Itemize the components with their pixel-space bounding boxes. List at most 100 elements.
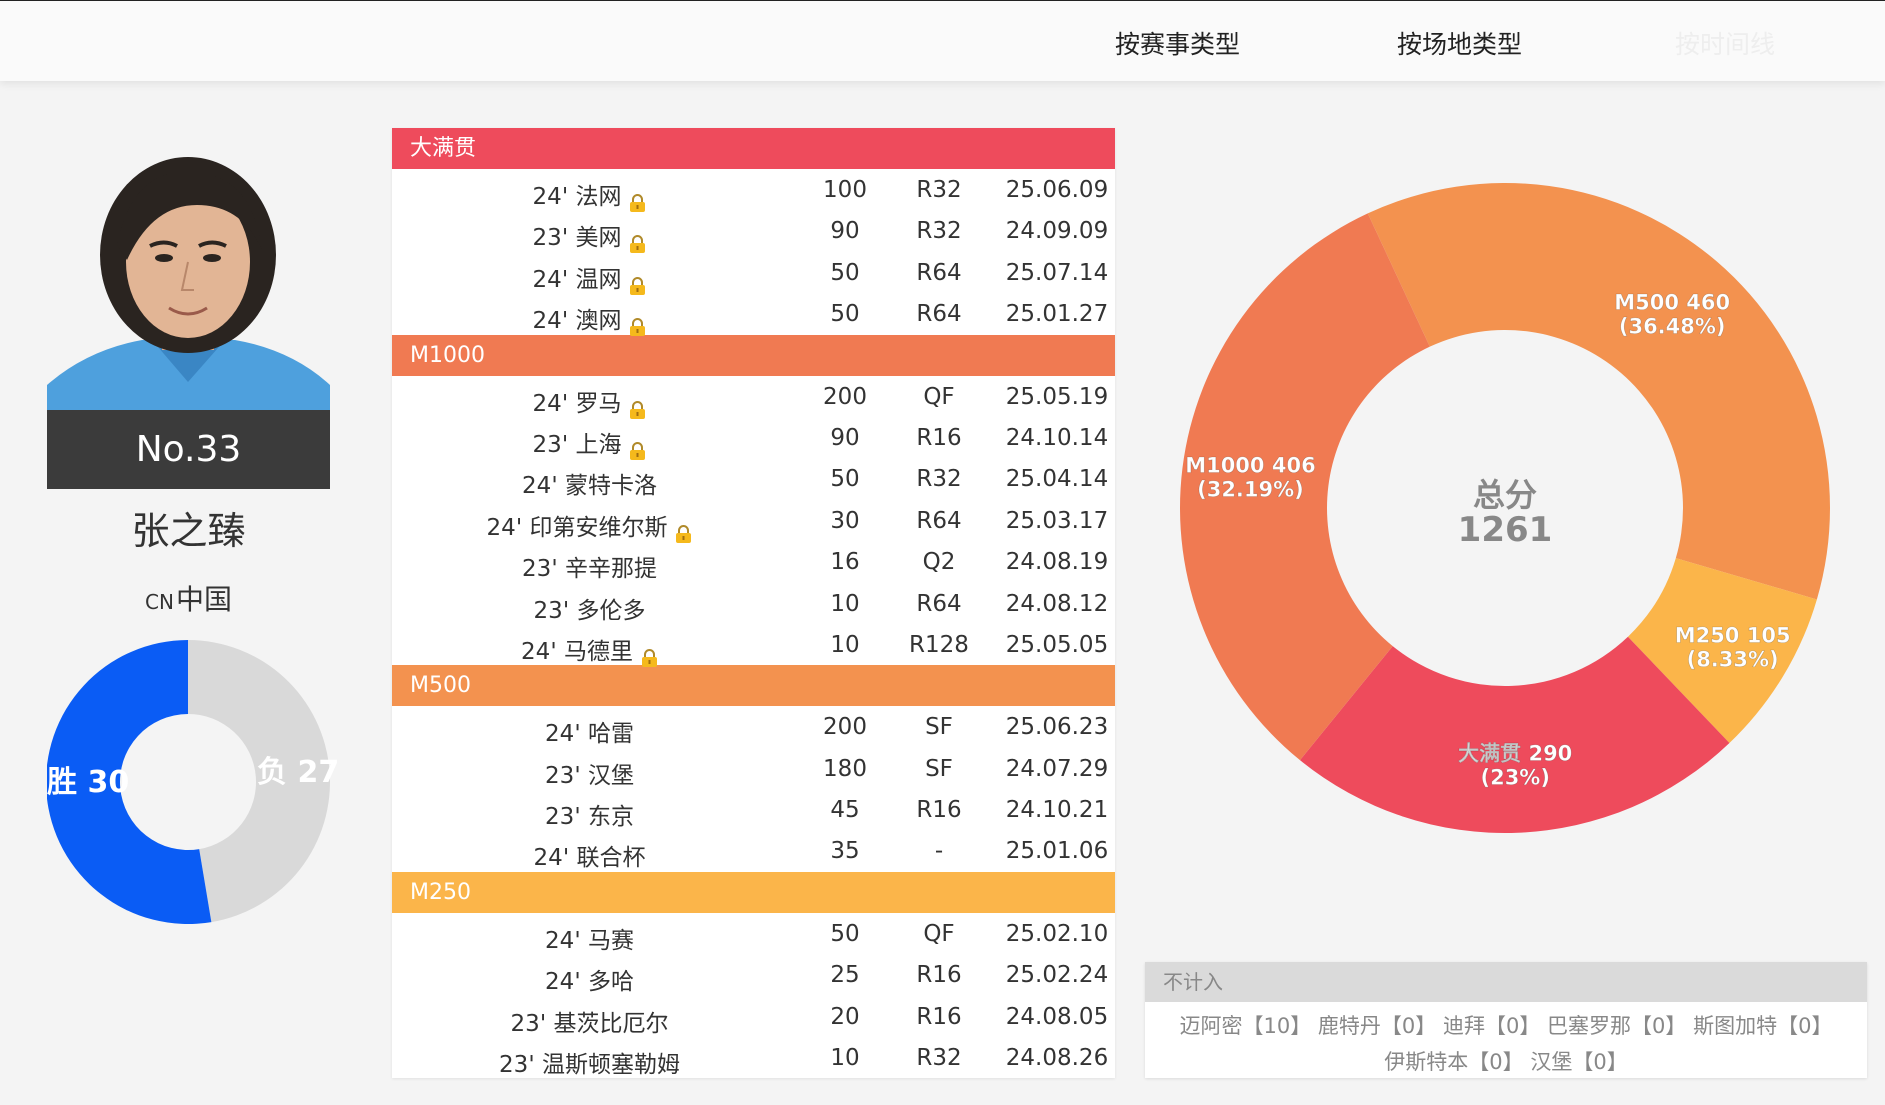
event-points: 45	[830, 797, 860, 824]
event-points: 90	[830, 218, 860, 245]
lock-icon	[675, 523, 692, 543]
event-name: 24' 多哈	[392, 962, 787, 996]
event-date: 25.02.24	[1005, 962, 1109, 989]
event-points: 10	[830, 590, 860, 617]
event-round: QF	[923, 383, 955, 410]
table-row[interactable]: 24' 联合杯 35 - 25.01.06	[392, 830, 1115, 871]
event-date: 25.03.17	[1005, 507, 1109, 534]
event-name: 24' 马赛	[392, 921, 787, 955]
event-round: R16	[916, 962, 962, 989]
event-date: 24.10.14	[1005, 424, 1109, 451]
event-label: 24' 多哈	[545, 969, 634, 996]
event-label: 24' 温网	[532, 266, 622, 293]
event-label: 23' 上海	[532, 431, 622, 458]
tab-by-surface-type[interactable]: 按场地类型	[1397, 25, 1522, 61]
event-points: 90	[830, 424, 860, 451]
event-name: 24' 哈雷	[392, 714, 787, 748]
event-name: 23' 温斯顿塞勒姆	[392, 1045, 787, 1079]
table-row[interactable]: 23' 基茨比厄尔 20 R16 24.08.05	[392, 996, 1115, 1037]
table-row[interactable]: 24' 罗马 200 QF 25.05.19	[392, 376, 1115, 419]
category-header: M1000	[392, 334, 1115, 376]
event-name: 24' 联合杯	[392, 838, 787, 872]
event-round: R64	[916, 590, 962, 617]
lock-icon	[629, 275, 646, 295]
event-round: R32	[916, 177, 962, 203]
slice-M500[interactable]	[1367, 183, 1830, 600]
table-row[interactable]: 24' 澳网 50 R64 25.01.27	[392, 293, 1115, 337]
event-label: 24' 联合杯	[533, 845, 646, 872]
total-value: 1261	[1458, 510, 1553, 550]
event-points: 50	[830, 301, 860, 328]
table-row[interactable]: 24' 哈雷 200 SF 25.06.23	[392, 706, 1115, 747]
tab-by-timeline[interactable]: 按时间线	[1675, 25, 1775, 61]
event-points: 50	[830, 259, 860, 286]
player-photo	[47, 150, 330, 412]
event-label: 24' 罗马	[532, 390, 622, 417]
event-points: 100	[823, 177, 867, 203]
uncounted-item: 巴塞罗那【0】	[1547, 1014, 1687, 1038]
table-row[interactable]: 23' 温斯顿塞勒姆 10 R32 24.08.26	[392, 1037, 1115, 1078]
table-row[interactable]: 24' 蒙特卡洛 50 R32 25.04.14	[392, 458, 1115, 499]
event-name: 24' 罗马	[392, 384, 787, 419]
event-label: 23' 东京	[545, 804, 634, 831]
event-date: 25.05.19	[1005, 383, 1109, 410]
slice-percent: (36.48%)	[1619, 314, 1726, 338]
uncounted-panel: 不计入 迈阿密【10】 鹿特丹【0】 迪拜【0】 巴塞罗那【0】 斯图加特【0】…	[1145, 962, 1867, 1078]
table-row[interactable]: 23' 上海 90 R16 24.10.14	[392, 417, 1115, 460]
uncounted-item: 鹿特丹【0】	[1317, 1014, 1437, 1038]
event-points: 50	[830, 920, 860, 947]
event-name: 24' 蒙特卡洛	[392, 466, 787, 500]
uncounted-list: 迈阿密【10】 鹿特丹【0】 迪拜【0】 巴塞罗那【0】 斯图加特【0】 伊斯特…	[1145, 1002, 1867, 1080]
uncounted-item: 迪拜【0】	[1442, 1014, 1541, 1038]
tab-by-tournament-type[interactable]: 按赛事类型	[1115, 25, 1240, 61]
event-label: 23' 汉堡	[545, 762, 634, 789]
country-code: CN	[145, 590, 174, 614]
losses-label: 负 27	[257, 755, 337, 790]
slice-label: M500 460	[1614, 290, 1730, 314]
event-date: 24.09.09	[1005, 218, 1109, 245]
event-label: 24' 蒙特卡洛	[522, 473, 657, 500]
slice-label: M1000 406	[1185, 453, 1316, 477]
table-row[interactable]: 23' 多伦多 10 R64 24.08.12	[392, 583, 1115, 624]
event-round: QF	[923, 920, 955, 947]
table-row[interactable]: 24' 温网 50 R64 25.07.14	[392, 252, 1115, 295]
event-name: 24' 法网	[392, 177, 787, 212]
event-name: 23' 汉堡	[392, 756, 787, 790]
event-points: 25	[830, 962, 860, 989]
slice-percent: (23%)	[1480, 765, 1549, 789]
table-row[interactable]: 24' 马德里 10 R128 25.05.05	[392, 624, 1115, 667]
table-row[interactable]: 23' 东京 45 R16 24.10.21	[392, 789, 1115, 830]
event-date: 24.08.05	[1005, 1003, 1109, 1030]
event-label: 24' 马德里	[521, 638, 633, 665]
event-points: 50	[830, 466, 860, 493]
event-name: 23' 东京	[392, 797, 787, 831]
table-row[interactable]: 23' 汉堡 180 SF 24.07.29	[392, 748, 1115, 789]
table-row[interactable]: 24' 多哈 25 R16 25.02.24	[392, 954, 1115, 995]
event-name: 23' 上海	[392, 425, 787, 460]
event-name: 23' 多伦多	[392, 591, 787, 625]
event-round: R32	[916, 1045, 962, 1072]
event-round: R32	[916, 466, 962, 493]
player-name: 张之臻	[131, 509, 246, 553]
table-row[interactable]: 24' 印第安维尔斯 30 R64 25.03.17	[392, 500, 1115, 543]
slice-percent: (32.19%)	[1197, 477, 1304, 501]
event-date: 24.08.19	[1005, 549, 1109, 576]
lock-icon	[629, 233, 646, 254]
event-round: R64	[916, 507, 962, 534]
category-header: M500	[392, 665, 1115, 707]
event-points: 16	[830, 549, 860, 576]
table-row[interactable]: 24' 马赛 50 QF 25.02.10	[392, 913, 1115, 954]
wins-label: 胜 30	[47, 765, 129, 800]
event-date: 25.04.14	[1005, 466, 1109, 493]
event-round: R64	[916, 301, 962, 328]
table-row[interactable]: 24' 法网 100 R32 25.06.09	[392, 169, 1115, 212]
points-distribution-chart: M500 460 (36.48%) M250 105 (8.33%) 大满贯 290 (2…	[1160, 170, 1840, 850]
table-row[interactable]: 23' 美网 90 R32 24.09.09	[392, 210, 1115, 254]
table-row[interactable]: 23' 辛辛那提 16 Q2 24.08.19	[392, 541, 1115, 582]
event-label: 23' 多伦多	[533, 597, 646, 624]
total-title: 总分	[1473, 476, 1537, 514]
event-label: 23' 美网	[532, 225, 622, 252]
country-name: 中国	[175, 583, 232, 616]
event-date: 24.07.29	[1005, 755, 1109, 782]
player-country: CN中国	[47, 578, 330, 618]
